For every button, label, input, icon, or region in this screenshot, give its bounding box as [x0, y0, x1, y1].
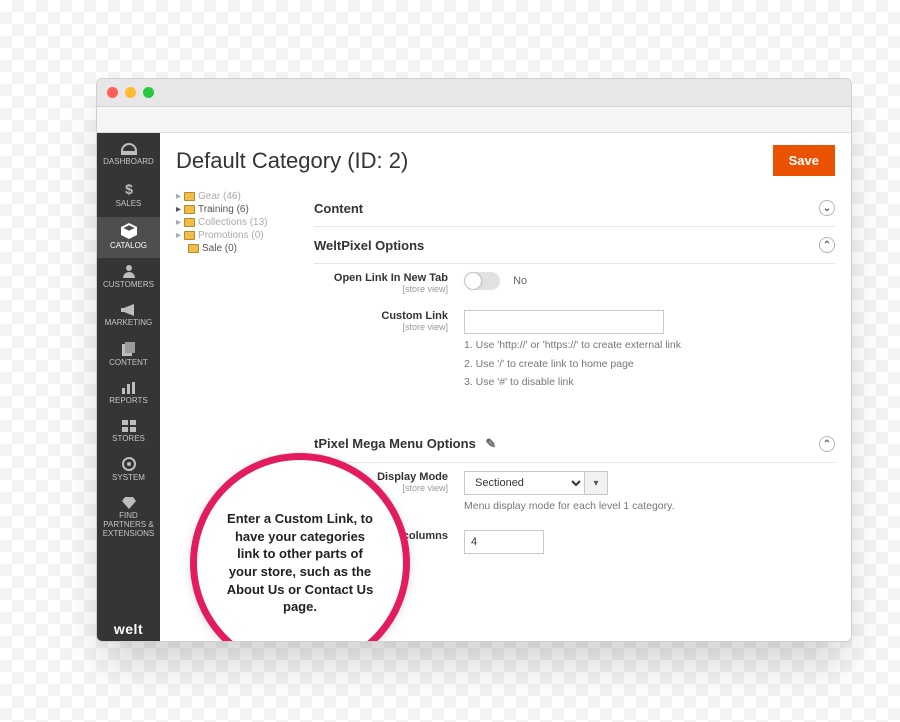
section-title: tPixel Mega Menu Options	[314, 436, 476, 451]
field-label: Custom Link	[381, 310, 448, 322]
section-content[interactable]: Content ⌄	[314, 190, 835, 227]
sidebar-label: MARKETING	[105, 318, 153, 327]
scope-label: [store view]	[314, 284, 448, 294]
cube-icon	[121, 223, 137, 239]
sidebar-item-catalog[interactable]: CATALOG	[97, 217, 160, 259]
gear-icon	[122, 457, 136, 471]
sidebar-item-marketing[interactable]: MARKETING	[97, 298, 160, 336]
folder-icon	[184, 231, 195, 240]
folder-icon	[188, 244, 199, 253]
hint-line: Menu display mode for each level 1 categ…	[464, 499, 835, 514]
field-open-new-tab: Open Link In New Tab [store view] No	[314, 264, 835, 302]
tree-item: ▸Training (6)	[176, 203, 304, 216]
sidebar-label: DASHBOARD	[103, 157, 154, 166]
megaphone-icon	[121, 304, 137, 316]
sidebar-label: CONTENT	[109, 358, 148, 367]
sidebar-label: REPORTS	[109, 396, 148, 405]
brand-logo: welt	[97, 615, 160, 641]
page-header: Default Category (ID: 2) Save	[160, 133, 851, 190]
sidebar-item-partners[interactable]: FIND PARTNERS & EXTENSIONS	[97, 491, 160, 546]
window-close-icon[interactable]	[107, 87, 118, 98]
app: DASHBOARD $ SALES CATALOG CUSTOMERS MARK…	[97, 133, 851, 641]
section-title: Content	[314, 201, 363, 216]
callout-text: Enter a Custom Link, to have your catego…	[223, 510, 377, 615]
sidebar-label: SYSTEM	[112, 473, 145, 482]
main-panel: Default Category (ID: 2) Save ▸Gear (46)…	[160, 133, 851, 641]
save-button[interactable]: Save	[773, 145, 835, 176]
chevron-down-icon: ⌄	[819, 200, 835, 216]
tree-item: Sale (0)	[176, 242, 304, 255]
hint-line: 3. Use '#' to disable link	[464, 375, 835, 390]
sidebar-item-stores[interactable]: STORES	[97, 414, 160, 452]
sidebar-label: SALES	[116, 199, 142, 208]
sidebar-label: CATALOG	[110, 241, 147, 250]
dollar-icon: $	[123, 181, 135, 197]
sidebar-item-dashboard[interactable]: DASHBOARD	[97, 137, 160, 175]
sidebar-label: CUSTOMERS	[103, 280, 154, 289]
person-icon	[123, 264, 135, 278]
sidebar-item-sales[interactable]: $ SALES	[97, 175, 160, 217]
page-title: Default Category (ID: 2)	[176, 148, 408, 174]
field-label: Open Link In New Tab	[334, 272, 448, 284]
sidebar-item-customers[interactable]: CUSTOMERS	[97, 258, 160, 298]
window-minimize-icon[interactable]	[125, 87, 136, 98]
tree-item: ▸Collections (13)	[176, 216, 304, 229]
display-mode-select[interactable]: Sectioned	[464, 471, 584, 495]
stores-icon	[122, 420, 136, 432]
pages-icon	[122, 342, 136, 356]
hint-line: 2. Use '/' to create link to home page	[464, 357, 835, 372]
sidebar-item-system[interactable]: SYSTEM	[97, 451, 160, 491]
custom-link-input[interactable]	[464, 310, 664, 334]
field-label: Display Mode	[377, 471, 448, 483]
admin-sidebar: DASHBOARD $ SALES CATALOG CUSTOMERS MARK…	[97, 133, 160, 641]
sidebar-label: STORES	[112, 434, 145, 443]
folder-icon	[184, 192, 195, 201]
tree-item: ▸Gear (46)	[176, 190, 304, 203]
svg-text:$: $	[125, 181, 133, 197]
bars-icon	[122, 382, 136, 394]
browser-frame: DASHBOARD $ SALES CATALOG CUSTOMERS MARK…	[96, 78, 852, 642]
window-titlebar	[97, 79, 851, 107]
section-weltpixel[interactable]: WeltPixel Options ⌃	[314, 227, 835, 264]
select-dropdown-icon[interactable]: ▾	[584, 471, 608, 495]
chevron-up-icon: ⌃	[819, 237, 835, 253]
scope-label: [store view]	[314, 322, 448, 332]
folder-icon	[184, 218, 195, 227]
chevron-up-icon: ⌃	[819, 436, 835, 452]
num-columns-input[interactable]	[464, 530, 544, 554]
browser-toolbar	[97, 107, 851, 133]
field-custom-link: Custom Link [store view] 1. Use 'http://…	[314, 302, 835, 398]
toggle-open-new-tab[interactable]	[464, 272, 500, 290]
window-zoom-icon[interactable]	[143, 87, 154, 98]
sidebar-item-content[interactable]: CONTENT	[97, 336, 160, 376]
sidebar-label: FIND PARTNERS & EXTENSIONS	[103, 511, 155, 538]
tree-item: ▸Promotions (0)	[176, 229, 304, 242]
folder-icon	[184, 205, 195, 214]
hint-line: 1. Use 'http://' or 'https://' to create…	[464, 338, 835, 353]
diamond-icon	[122, 497, 136, 509]
dashboard-icon	[121, 143, 137, 155]
pencil-icon[interactable]: ✎	[485, 436, 496, 451]
section-title: WeltPixel Options	[314, 238, 424, 253]
toggle-value: No	[513, 275, 527, 287]
section-megamenu[interactable]: tPixel Mega Menu Options ✎ ⌃	[314, 426, 835, 463]
sidebar-item-reports[interactable]: REPORTS	[97, 376, 160, 414]
